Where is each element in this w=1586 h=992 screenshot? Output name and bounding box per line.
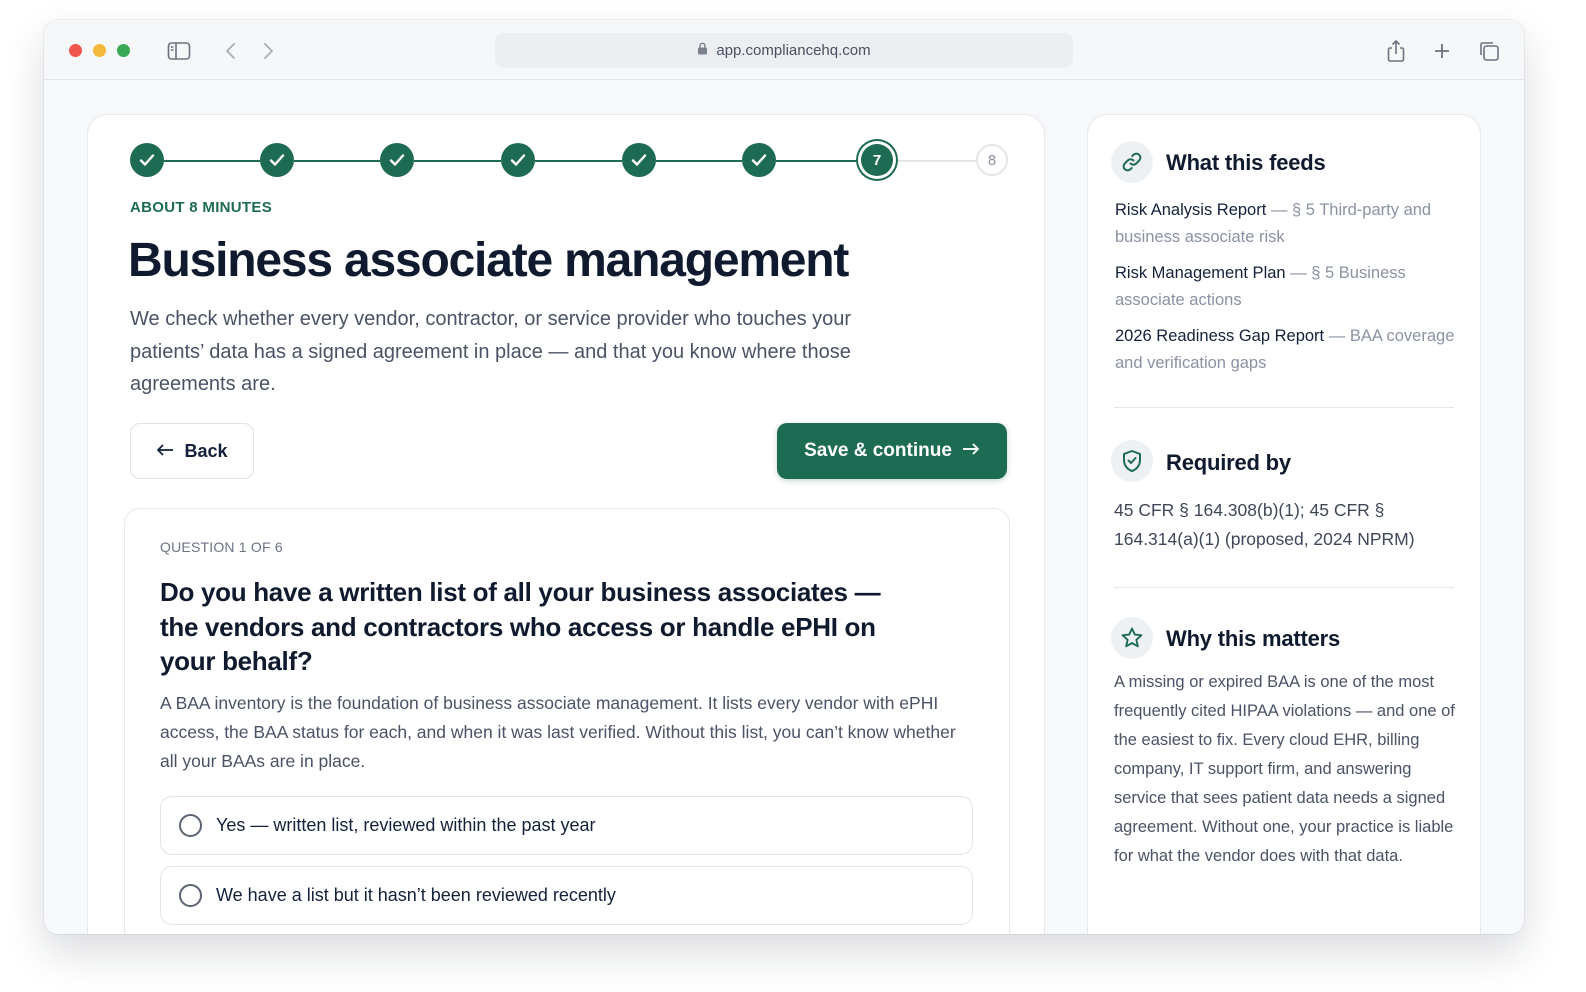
stepper-connector xyxy=(656,160,742,162)
feeds-title: What this feeds xyxy=(1166,150,1326,175)
minimize-window-button[interactable] xyxy=(93,44,106,57)
answer-option-label: Yes — written list, reviewed within the … xyxy=(216,815,596,835)
context-sidebar: What this feeds Risk Analysis Report — §… xyxy=(1087,114,1481,934)
save-button-label: Save & continue xyxy=(804,440,952,461)
section-divider xyxy=(1114,407,1454,408)
browser-window: app.compliancehq.com 78 ABOUT 8 MINUTES … xyxy=(44,20,1524,934)
step-complete-check-icon[interactable] xyxy=(130,143,164,177)
question-card: QUESTION 1 OF 6 Do you have a written li… xyxy=(124,508,1010,934)
lock-icon xyxy=(697,42,708,59)
question-help-text: A BAA inventory is the foundation of bus… xyxy=(160,693,956,771)
radio-button[interactable] xyxy=(179,814,202,837)
new-tab-icon[interactable] xyxy=(1429,38,1455,64)
browser-toolbar: app.compliancehq.com xyxy=(44,20,1524,80)
feed-document: Risk Management Plan xyxy=(1115,264,1286,282)
stepper-connector xyxy=(776,160,861,162)
shield-check-icon xyxy=(1111,440,1153,482)
feed-item: Risk Analysis Report — § 5 Third-party a… xyxy=(1115,197,1455,251)
step-complete-check-icon[interactable] xyxy=(380,143,414,177)
stepper-connector xyxy=(535,160,622,162)
section-description: We check whether every vendor, contracto… xyxy=(130,308,852,395)
address-bar[interactable]: app.compliancehq.com xyxy=(495,33,1073,68)
forward-nav-icon[interactable] xyxy=(255,38,281,64)
regulation-citation: 45 CFR § 164.308(b)(1); 45 CFR § 164.314… xyxy=(1114,500,1415,549)
step-complete-check-icon[interactable] xyxy=(622,143,656,177)
back-button[interactable]: Back xyxy=(130,423,254,479)
arrow-left-icon xyxy=(156,441,174,462)
zoom-window-button[interactable] xyxy=(117,44,130,57)
why-matters-text: A missing or expired BAA is one of the m… xyxy=(1114,673,1455,865)
stepper-connector xyxy=(895,160,976,162)
question-title: Do you have a written list of all your b… xyxy=(160,577,881,676)
tab-overview-icon[interactable] xyxy=(1476,38,1502,64)
progress-stepper: 78 xyxy=(130,143,1008,179)
answer-option[interactable]: We have a list but it hasn’t been review… xyxy=(160,866,973,925)
answer-option[interactable]: Yes — written list, reviewed within the … xyxy=(160,796,973,855)
time-estimate: ABOUT 8 MINUTES xyxy=(130,199,273,216)
sidebar-toggle-icon[interactable] xyxy=(166,38,192,64)
why-matters-title: Why this matters xyxy=(1166,626,1341,651)
stepper-connector xyxy=(414,160,501,162)
feed-item: Risk Management Plan — § 5 Business asso… xyxy=(1115,260,1455,314)
close-window-button[interactable] xyxy=(69,44,82,57)
step-upcoming[interactable]: 8 xyxy=(976,144,1008,176)
url-text: app.compliancehq.com xyxy=(716,42,871,59)
answer-option-label: We have a list but it hasn’t been review… xyxy=(216,885,616,905)
feed-document: Risk Analysis Report xyxy=(1115,201,1267,219)
assessment-card: 78 ABOUT 8 MINUTES Business associate ma… xyxy=(87,114,1045,934)
step-complete-check-icon[interactable] xyxy=(260,143,294,177)
step-current[interactable]: 7 xyxy=(861,144,893,176)
star-icon xyxy=(1111,617,1153,659)
step-complete-check-icon[interactable] xyxy=(742,143,776,177)
section-divider xyxy=(1114,587,1454,588)
page-content: 78 ABOUT 8 MINUTES Business associate ma… xyxy=(44,80,1524,934)
required-by-title: Required by xyxy=(1166,450,1291,475)
link-icon xyxy=(1111,141,1153,183)
page-title: Business associate management xyxy=(128,234,849,287)
arrow-right-icon xyxy=(962,440,980,462)
feed-item: 2026 Readiness Gap Report — BAA coverage… xyxy=(1115,323,1455,377)
save-continue-button[interactable]: Save & continue xyxy=(777,423,1007,479)
share-icon[interactable] xyxy=(1383,38,1409,64)
radio-button[interactable] xyxy=(179,884,202,907)
back-button-label: Back xyxy=(184,440,228,461)
stepper-connector xyxy=(294,160,380,162)
stepper-connector xyxy=(164,160,260,162)
feed-document: 2026 Readiness Gap Report xyxy=(1115,327,1325,345)
back-nav-icon[interactable] xyxy=(218,38,244,64)
question-counter: QUESTION 1 OF 6 xyxy=(160,539,283,555)
step-complete-check-icon[interactable] xyxy=(501,143,535,177)
